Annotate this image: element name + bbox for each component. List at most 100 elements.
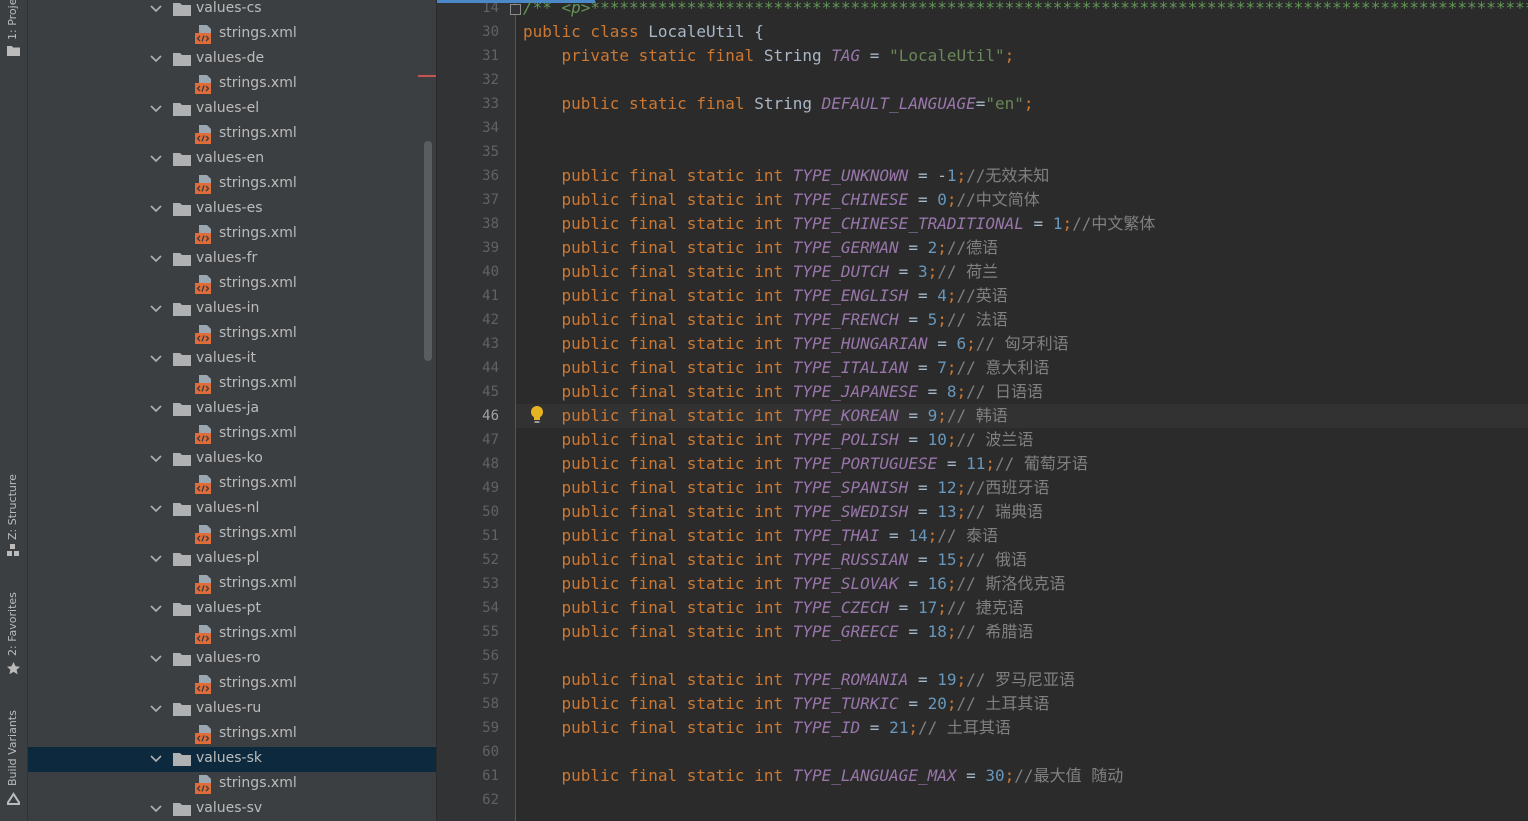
chevron-down-icon[interactable] (149, 152, 163, 166)
chevron-down-icon[interactable] (149, 202, 163, 216)
structure-tool-label: Z: Structure (6, 474, 19, 540)
favorites-tool-tab[interactable]: 2: Favorites (0, 584, 27, 680)
code-line[interactable]: public final static int TYPE_ENGLISH = 4… (523, 284, 1008, 308)
code-line[interactable]: public final static int TYPE_GERMAN = 2;… (523, 236, 999, 260)
tree-folder-item[interactable]: values-pl (28, 547, 436, 572)
code-line[interactable]: public final static int TYPE_THAI = 14;/… (523, 524, 999, 548)
tree-file-item[interactable]: strings.xml (28, 322, 436, 347)
chevron-down-icon[interactable] (149, 452, 163, 466)
tree-file-item[interactable]: strings.xml (28, 522, 436, 547)
code-line[interactable]: public final static int TYPE_JAPANESE = … (523, 380, 1044, 404)
chevron-down-icon[interactable] (149, 602, 163, 616)
chevron-down-icon[interactable] (149, 502, 163, 516)
tree-folder-item[interactable]: values-nl (28, 497, 436, 522)
tree-file-item[interactable]: strings.xml (28, 172, 436, 197)
code-line[interactable]: public final static int TYPE_PORTUGUESE … (523, 452, 1088, 476)
tree-folder-item[interactable]: values-cs (28, 0, 436, 22)
code-line[interactable]: /** <p>*********************************… (523, 0, 1528, 20)
tree-file-item[interactable]: strings.xml (28, 422, 436, 447)
tree-file-item[interactable]: strings.xml (28, 272, 436, 297)
chevron-down-icon[interactable] (149, 252, 163, 266)
line-number: 37 (482, 192, 499, 208)
tree-folder-item[interactable]: values-fr (28, 247, 436, 272)
chevron-down-icon[interactable] (149, 102, 163, 116)
code-line[interactable]: public final static int TYPE_HUNGARIAN =… (523, 332, 1069, 356)
tree-folder-item[interactable]: values-sk (28, 747, 436, 772)
code-line[interactable]: public final static int TYPE_CHINESE = 0… (523, 188, 1040, 212)
code-line[interactable]: public final static int TYPE_LANGUAGE_MA… (523, 764, 1124, 788)
code-line[interactable]: public final static int TYPE_POLISH = 10… (523, 428, 1034, 452)
tree-folder-item[interactable]: values-ja (28, 397, 436, 422)
tree-file-item[interactable]: strings.xml (28, 72, 436, 97)
code-line[interactable]: public class LocaleUtil { (523, 20, 764, 44)
code-editor[interactable]: 14 30 31 32 33 34 35 36 37 38 39 40 41 42 43 44 45 46 47 48… (437, 0, 1528, 821)
tree-folder-item[interactable]: values-ru (28, 697, 436, 722)
tree-file-item[interactable]: strings.xml (28, 222, 436, 247)
tree-folder-item[interactable]: values-es (28, 197, 436, 222)
tree-folder-item[interactable]: values-ro (28, 647, 436, 672)
chevron-down-icon[interactable] (149, 2, 163, 16)
chevron-down-icon[interactable] (149, 752, 163, 766)
code-line[interactable]: public final static int TYPE_UNKNOWN = -… (523, 164, 1050, 188)
tree-file-item[interactable]: strings.xml (28, 122, 436, 147)
tree-file-item[interactable]: strings.xml (28, 22, 436, 47)
tree-file-item[interactable]: strings.xml (28, 572, 436, 597)
code-line[interactable]: public static final String DEFAULT_LANGU… (523, 92, 1034, 116)
folder-icon (173, 253, 191, 266)
code-token: public final static int (561, 622, 793, 641)
tree-folder-item[interactable]: values-ko (28, 447, 436, 472)
tree-folder-item[interactable]: values-in (28, 297, 436, 322)
build-variants-tool-tab[interactable]: Build Variants (0, 700, 27, 810)
fold-marker-icon[interactable] (510, 4, 521, 15)
line-number: 57 (482, 672, 499, 688)
tree-folder-item[interactable]: values-sv (28, 797, 436, 821)
code-token: // 捷克语 (946, 598, 1024, 617)
tree-folder-item[interactable]: values-it (28, 347, 436, 372)
tree-file-item[interactable]: strings.xml (28, 722, 436, 747)
code-line[interactable]: public final static int TYPE_SPANISH = 1… (523, 476, 1050, 500)
code-line[interactable]: public final static int TYPE_KOREAN = 9;… (523, 404, 1008, 428)
chevron-down-icon[interactable] (149, 552, 163, 566)
code-line[interactable]: private static final String TAG = "Local… (523, 44, 1015, 68)
tree-folder-item[interactable]: values-de (28, 47, 436, 72)
code-line[interactable]: public final static int TYPE_CZECH = 17;… (523, 596, 1024, 620)
folder-name: values-pl (196, 550, 260, 566)
tree-folder-item[interactable]: values-pt (28, 597, 436, 622)
chevron-down-icon[interactable] (149, 802, 163, 816)
tree-file-item[interactable]: strings.xml (28, 672, 436, 697)
code-line[interactable]: public final static int TYPE_SLOVAK = 16… (523, 572, 1066, 596)
structure-tool-tab[interactable]: Z: Structure (0, 462, 27, 562)
chevron-down-icon[interactable] (149, 352, 163, 366)
tree-file-item[interactable]: strings.xml (28, 622, 436, 647)
code-token: ; (956, 550, 967, 569)
code-line[interactable]: public final static int TYPE_SWEDISH = 1… (523, 500, 1044, 524)
code-line[interactable]: public final static int TYPE_ITALIAN = 7… (523, 356, 1050, 380)
code-line[interactable]: public final static int TYPE_ROMANIA = 1… (523, 668, 1076, 692)
chevron-down-icon[interactable] (149, 52, 163, 66)
tree-folder-item[interactable]: values-el (28, 97, 436, 122)
chevron-down-icon[interactable] (149, 402, 163, 416)
code-token: 6 (956, 334, 967, 353)
code-line[interactable]: public final static int TYPE_TURKIC = 20… (523, 692, 1050, 716)
code-line[interactable]: public final static int TYPE_CHINESE_TRA… (523, 212, 1156, 236)
folder-icon (173, 403, 191, 416)
tree-file-item[interactable]: strings.xml (28, 772, 436, 797)
code-token: // 日语语 (966, 382, 1044, 401)
code-token: //中文简体 (956, 190, 1040, 209)
tree-folder-item[interactable]: values-en (28, 147, 436, 172)
code-line[interactable]: public final static int TYPE_ID = 21;// … (523, 716, 1011, 740)
code-line[interactable]: public final static int TYPE_FRENCH = 5;… (523, 308, 1008, 332)
chevron-down-icon[interactable] (149, 702, 163, 716)
code-token: = (917, 382, 947, 401)
tree-file-item[interactable]: strings.xml (28, 372, 436, 397)
code-line[interactable]: public final static int TYPE_GREECE = 18… (523, 620, 1034, 644)
code-line[interactable]: public final static int TYPE_DUTCH = 3;/… (523, 260, 999, 284)
project-tool-tab[interactable]: 1: Project (0, 0, 27, 62)
tree-scrollbar[interactable] (424, 141, 432, 361)
code-token: ; (937, 310, 947, 329)
code-line[interactable]: public final static int TYPE_RUSSIAN = 1… (523, 548, 1028, 572)
chevron-down-icon[interactable] (149, 302, 163, 316)
chevron-down-icon[interactable] (149, 652, 163, 666)
tree-file-item[interactable]: strings.xml (28, 472, 436, 497)
